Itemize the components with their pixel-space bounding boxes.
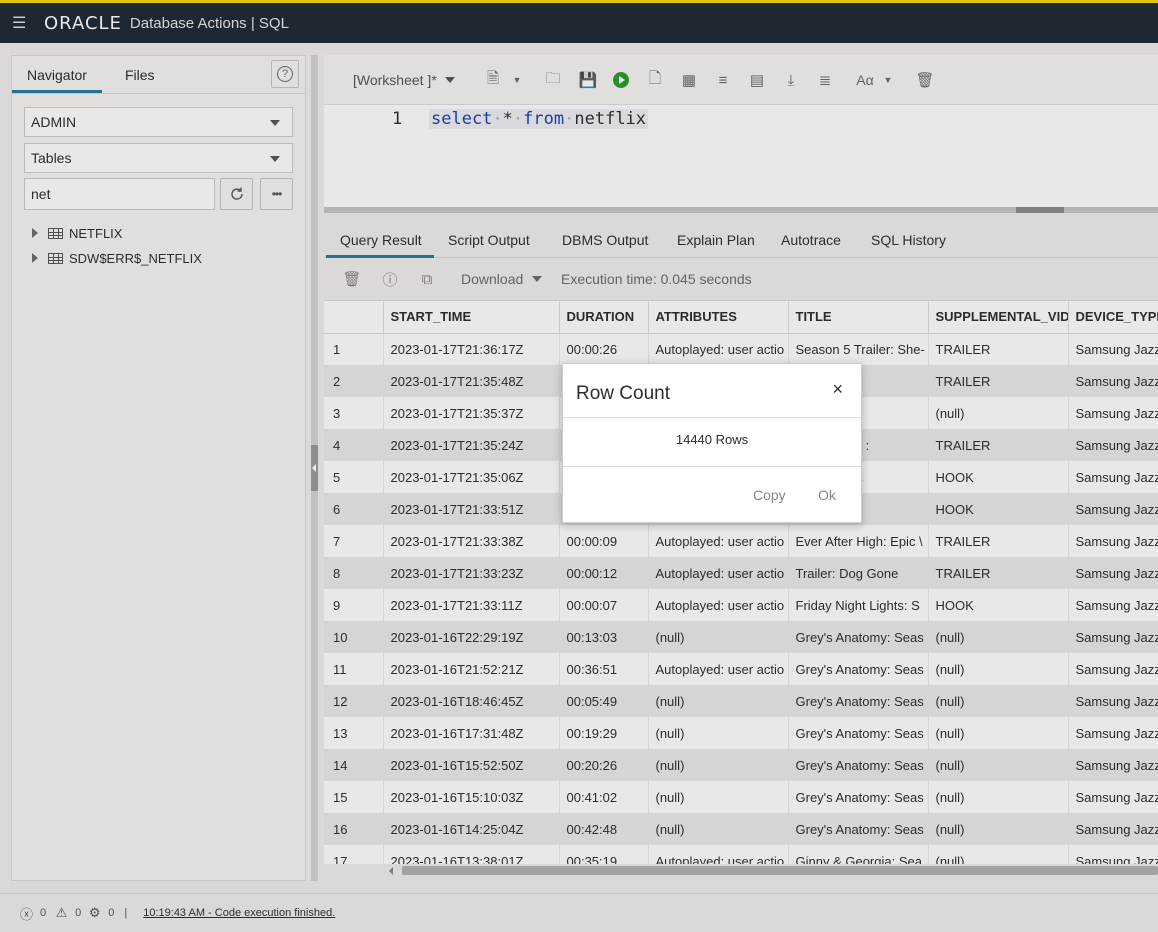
divider bbox=[563, 466, 861, 467]
copy-button[interactable]: Copy bbox=[753, 487, 786, 503]
divider bbox=[563, 417, 861, 418]
row-count-value: 14440 Rows bbox=[675, 432, 749, 447]
dialog-title: Row Count bbox=[576, 383, 670, 404]
row-count-dialog: Row Count × 14440 Rows Copy Ok bbox=[562, 363, 862, 523]
ok-button[interactable]: Ok bbox=[818, 487, 836, 503]
close-icon[interactable]: × bbox=[832, 379, 843, 400]
